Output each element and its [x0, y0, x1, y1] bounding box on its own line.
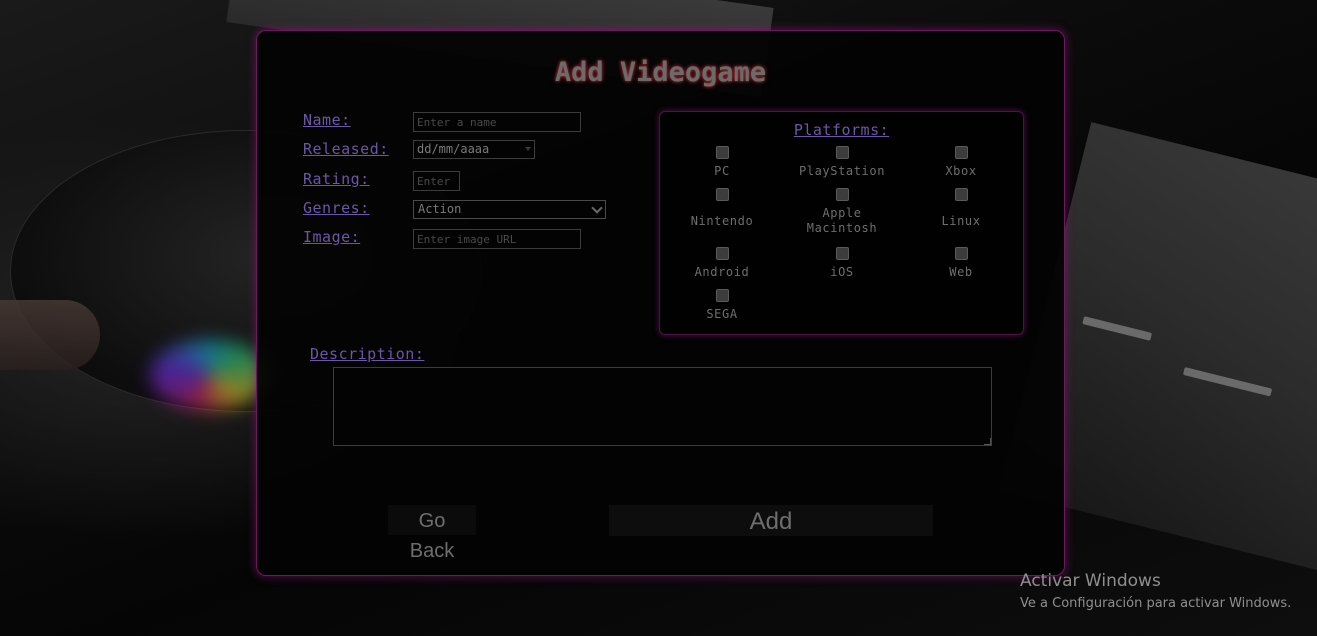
platform-checkbox-linux[interactable] [954, 188, 968, 201]
released-date-value: dd/mm/aaaa [417, 142, 490, 156]
background-disc-reflection [150, 340, 270, 410]
image-url-input[interactable] [413, 229, 581, 249]
platform-checkbox-xbox[interactable] [954, 146, 968, 159]
platforms-group: Platforms: PC PlayStation Xbox Nintendo … [659, 111, 1024, 335]
platform-option-pc[interactable]: PC [662, 146, 782, 179]
platform-label: Nintendo [690, 214, 754, 228]
platform-checkbox-nintendo[interactable] [715, 188, 729, 201]
platform-label: PC [714, 164, 730, 178]
name-label: Name: [303, 111, 351, 129]
platform-option-web[interactable]: Web [901, 247, 1021, 280]
rating-input[interactable] [413, 171, 460, 191]
platform-label: Web [949, 265, 973, 279]
platform-label: Apple Macintosh [806, 206, 878, 235]
platform-option-playstation[interactable]: PlayStation [782, 146, 902, 179]
resize-handle-icon[interactable] [984, 438, 991, 445]
windows-activation-watermark: Activar Windows Ve a Configuración para … [1020, 570, 1291, 614]
watermark-title: Activar Windows [1020, 571, 1161, 591]
platform-checkbox-android[interactable] [715, 247, 729, 260]
platform-option-linux[interactable]: Linux [901, 188, 1021, 229]
platform-option-android[interactable]: Android [662, 247, 782, 280]
platform-option-xbox[interactable]: Xbox [901, 146, 1021, 179]
watermark-subtitle: Ve a Configuración para activar Windows. [1020, 596, 1292, 611]
calendar-picker-icon[interactable] [525, 147, 531, 151]
platform-checkbox-ios[interactable] [835, 247, 849, 260]
genres-select[interactable]: Action [413, 200, 606, 219]
platform-checkbox-web[interactable] [954, 247, 968, 260]
description-textarea[interactable] [333, 367, 992, 446]
platforms-title: Platforms: [793, 121, 890, 139]
rating-label: Rating: [303, 170, 370, 188]
platform-checkbox-apple-macintosh[interactable] [835, 188, 849, 201]
app-window: Add Videogame Name: Released: dd/mm/aaaa… [0, 0, 1317, 636]
platform-label: iOS [830, 265, 854, 279]
platform-checkbox-sega[interactable] [715, 289, 729, 302]
platform-label: Xbox [945, 164, 977, 178]
platform-checkbox-pc[interactable] [715, 146, 729, 159]
background-finger [0, 300, 100, 370]
platform-option-nintendo[interactable]: Nintendo [662, 188, 782, 229]
platform-option-ios[interactable]: iOS [782, 247, 902, 280]
description-label: Description: [310, 345, 425, 363]
platform-label: PlayStation [798, 164, 886, 178]
chevron-down-icon [591, 202, 603, 214]
platform-option-apple-macintosh[interactable]: Apple Macintosh [782, 188, 902, 236]
genres-selected-value: Action [418, 202, 462, 216]
go-back-button[interactable]: Go Back [388, 505, 476, 562]
genres-label: Genres: [303, 199, 370, 217]
image-label: Image: [303, 228, 361, 246]
form-title: Add Videogame [554, 57, 767, 88]
add-button[interactable]: Add [609, 505, 933, 536]
console-port [1182, 366, 1273, 397]
platform-label: Linux [941, 214, 981, 228]
released-label: Released: [303, 140, 389, 158]
add-videogame-form: Add Videogame Name: Released: dd/mm/aaaa… [256, 30, 1065, 576]
platform-label: Android [694, 265, 750, 279]
released-date-input[interactable]: dd/mm/aaaa [413, 140, 535, 159]
platform-label: SEGA [706, 307, 738, 321]
platform-option-sega[interactable]: SEGA [662, 289, 782, 322]
name-input[interactable] [413, 112, 581, 132]
platform-checkbox-playstation[interactable] [835, 146, 849, 159]
console-port [1082, 316, 1153, 341]
